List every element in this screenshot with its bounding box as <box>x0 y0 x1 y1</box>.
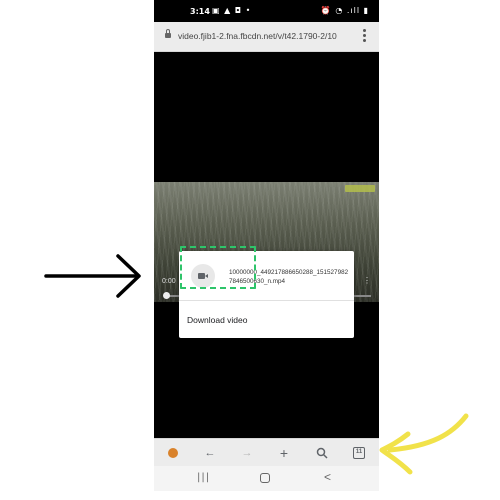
nav-back-button[interactable]: < <box>324 470 331 484</box>
video-area: 0:00 ⋮ 10000000_449217886650288_15152798… <box>154 52 379 438</box>
browser-toolbar: ← → + 11 <box>154 438 379 466</box>
search-icon <box>316 447 328 459</box>
yellow-arrow-annotation <box>379 413 469 475</box>
home-logo-button[interactable] <box>165 445 181 461</box>
search-button[interactable] <box>314 445 330 461</box>
forward-button[interactable]: → <box>239 445 255 461</box>
new-tab-button[interactable]: + <box>276 445 292 461</box>
back-button[interactable]: ← <box>202 445 218 461</box>
notification-icons: ▣ ▲ ◘ • <box>212 6 252 15</box>
status-time: 3:14 <box>190 7 210 16</box>
menu-icon[interactable] <box>363 29 367 43</box>
video-more-icon[interactable]: ⋮ <box>363 276 371 285</box>
video-progress-knob[interactable] <box>163 292 170 299</box>
status-bar: 3:14 ▣ ▲ ◘ • ⏰ ◔ .ıll ▮ <box>154 0 379 22</box>
screenshot-canvas: 3:14 ▣ ▲ ◘ • ⏰ ◔ .ıll ▮ video.fjib1-2.fn… <box>0 0 500 500</box>
browser-logo-icon <box>168 448 178 458</box>
video-badge <box>345 185 375 192</box>
download-video-label[interactable]: Download video <box>187 315 247 325</box>
tabs-button[interactable]: 11 <box>351 445 367 461</box>
browser-url-bar[interactable]: video.fjib1-2.fna.fbcdn.net/v/t42.1790-2… <box>154 22 379 52</box>
black-arrow-annotation <box>44 254 141 298</box>
highlight-box <box>180 246 256 289</box>
android-navigation-bar: ||| < <box>154 466 379 491</box>
tab-count: 11 <box>353 447 365 459</box>
home-button[interactable] <box>260 473 270 483</box>
recents-button[interactable]: ||| <box>197 472 210 483</box>
download-video-option[interactable]: Download video <box>179 301 354 338</box>
url-text[interactable]: video.fjib1-2.fna.fbcdn.net/v/t42.1790-2… <box>178 31 358 41</box>
lock-icon[interactable] <box>165 29 171 40</box>
system-status-icons: ⏰ ◔ .ıll ▮ <box>320 6 369 15</box>
video-time: 0:00 <box>162 278 176 285</box>
